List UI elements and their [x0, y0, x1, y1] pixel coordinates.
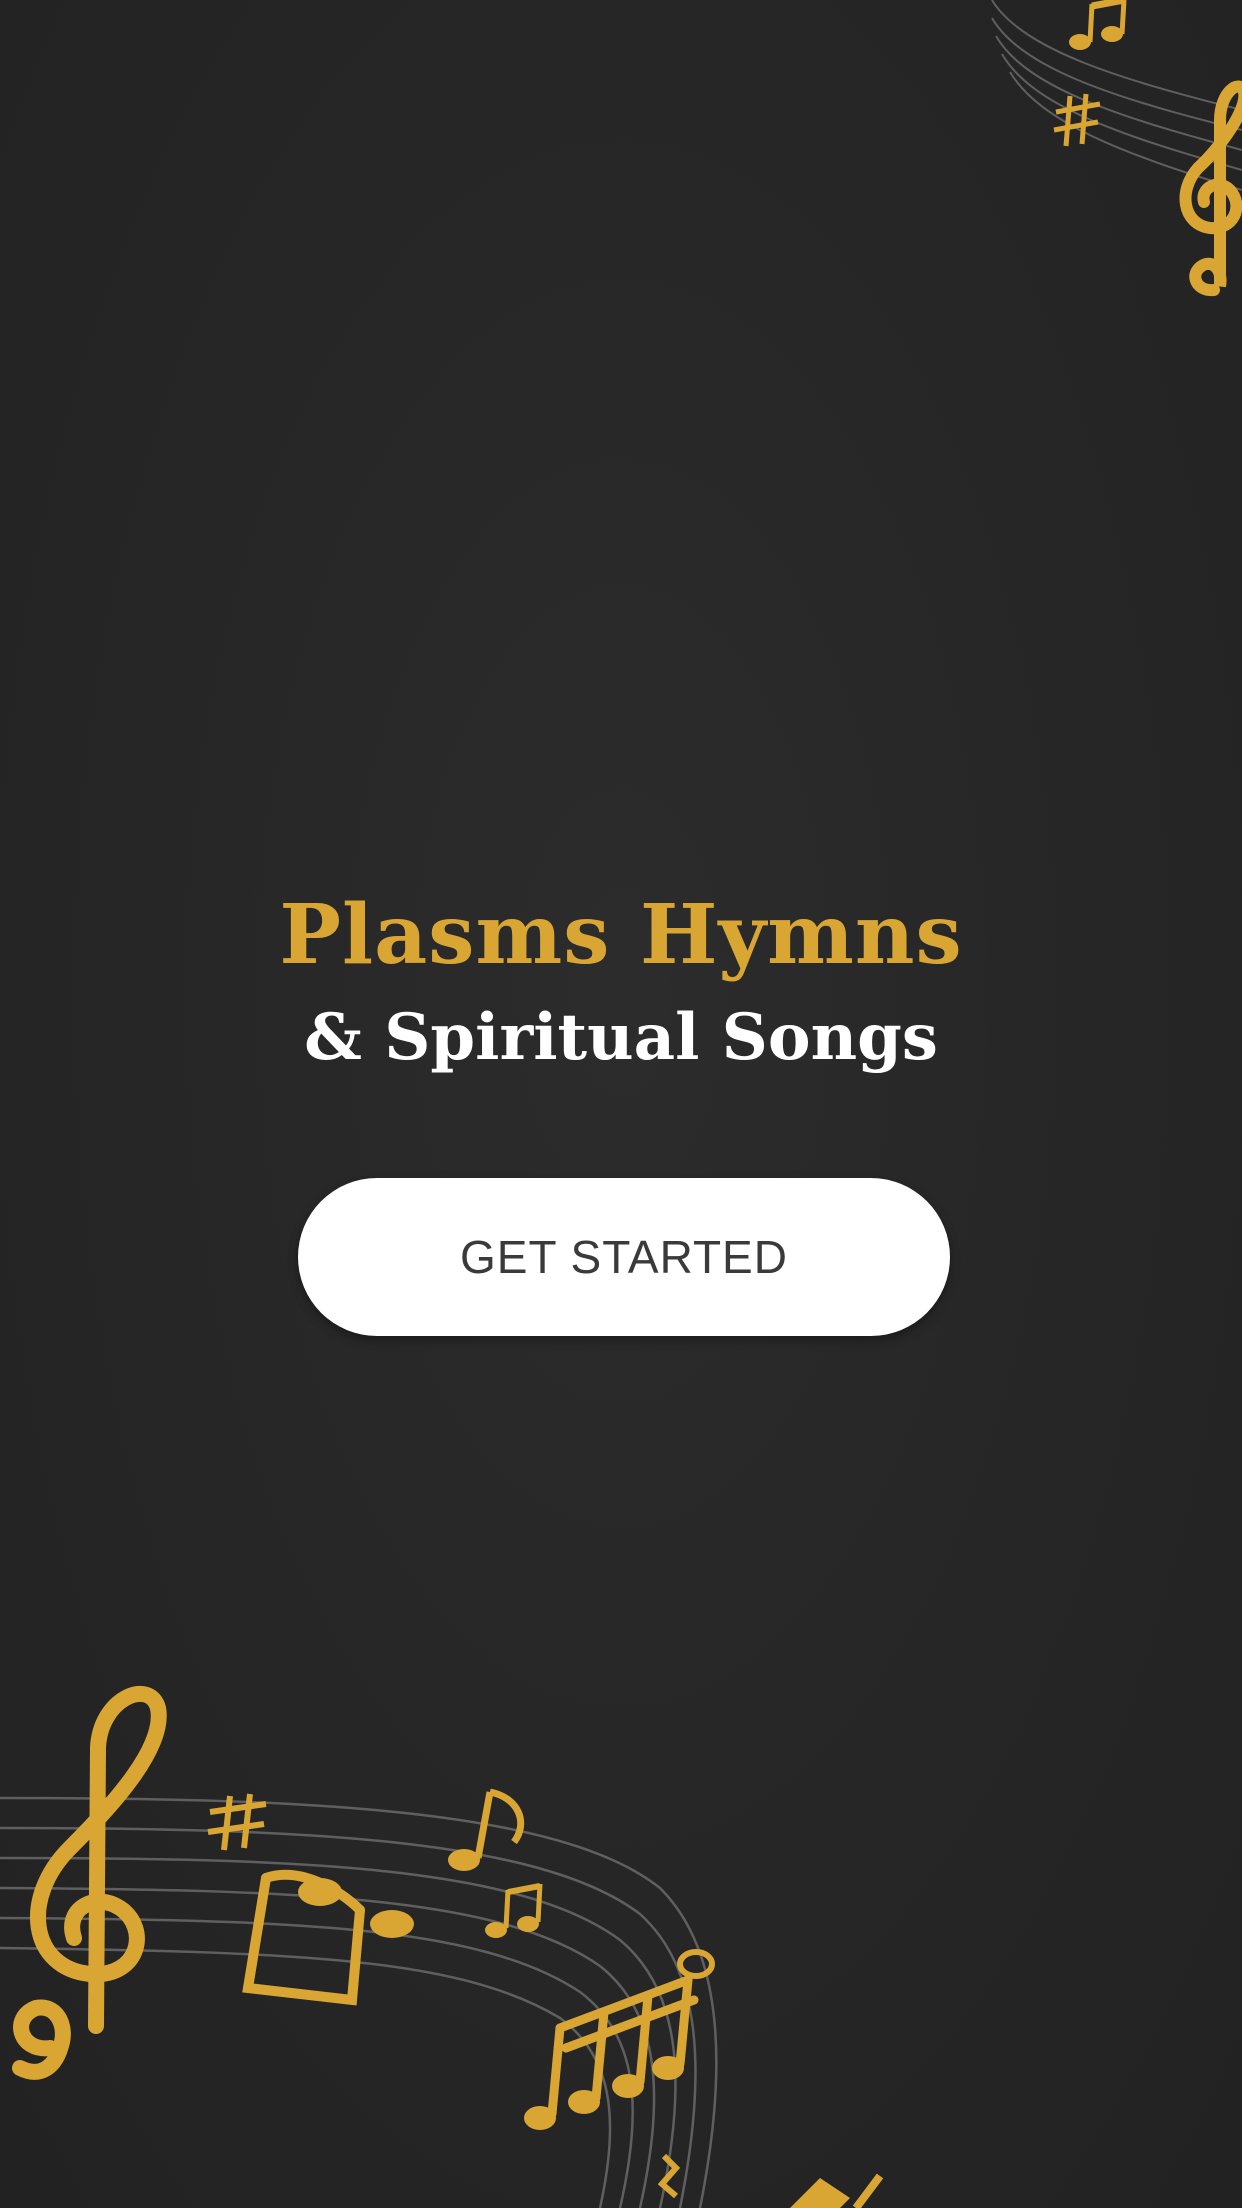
- music-note-icon: [677, 1949, 715, 1979]
- app-subtitle: & Spiritual Songs: [304, 1000, 938, 1075]
- music-note-icon: [485, 1883, 543, 1938]
- music-decoration-bottom: [0, 1628, 1010, 2208]
- music-staff: [0, 1796, 718, 2208]
- get-started-button[interactable]: GET STARTED: [298, 1178, 950, 1336]
- treble-clef-icon: [12, 1685, 167, 2080]
- music-note-icon: [790, 2173, 884, 2208]
- music-decoration-top: [982, 0, 1242, 300]
- splash-screen: Plasms Hymns & Spiritual Songs GET START…: [0, 0, 1242, 2208]
- music-note-icon: [1069, 0, 1127, 50]
- title-block: Plasms Hymns & Spiritual Songs: [0, 880, 1242, 1086]
- music-note-icon: [448, 1788, 525, 1871]
- app-title: Plasms Hymns: [279, 887, 963, 983]
